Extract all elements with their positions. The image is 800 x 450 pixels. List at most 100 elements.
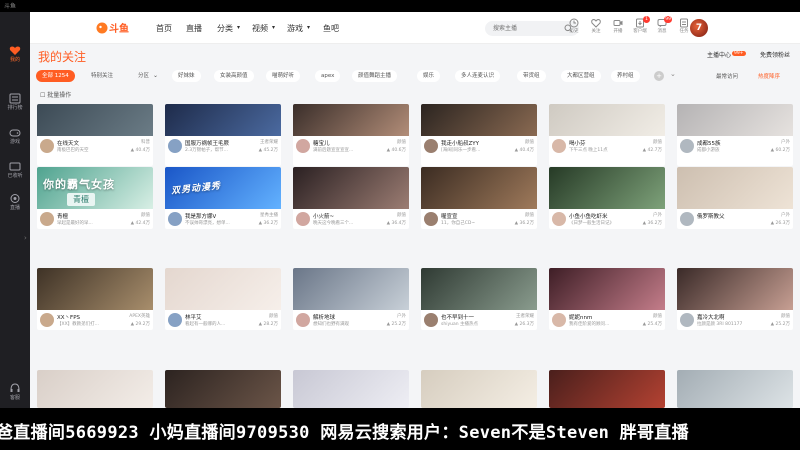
stream-thumbnail[interactable]: 双男动漫秀: [165, 167, 281, 209]
stream-thumbnail[interactable]: [165, 268, 281, 310]
anchor-avatar[interactable]: [680, 212, 694, 226]
batch-operation[interactable]: ☐ 批量操作: [40, 90, 71, 99]
tool-follow[interactable]: 关注: [585, 18, 607, 35]
anchor-name[interactable]: 青檀: [57, 212, 68, 220]
sidebar-item-rank[interactable]: 排行榜: [0, 90, 30, 116]
stream-card[interactable]: 小火箭~ 晚天这今晚看三个... 颜值 ▲ 36.4万: [293, 167, 409, 229]
stream-card[interactable]: 也不早到十一 shiyuan 主播热点 王者荣耀 ▲ 26.3万: [421, 268, 537, 330]
chip-zone[interactable]: 分区: [138, 70, 149, 82]
chevron-down-icon[interactable]: ⌄: [670, 70, 676, 78]
stream-card[interactable]: [549, 370, 665, 408]
nav-fishbar[interactable]: 鱼吧: [323, 23, 339, 34]
anchor-name[interactable]: 我走小船叔ZYY: [441, 139, 479, 147]
chip-group[interactable]: 女装高颜值: [214, 70, 254, 82]
tool-history[interactable]: 历史: [563, 18, 585, 35]
anchor-avatar[interactable]: [424, 139, 438, 153]
anchor-avatar[interactable]: [168, 212, 182, 226]
sidebar-item-games[interactable]: 游戏: [0, 124, 30, 150]
chip-group[interactable]: 娱乐: [417, 70, 441, 82]
chip-group[interactable]: 喵萌好听: [266, 70, 301, 82]
anchor-name[interactable]: 解析地球: [313, 313, 335, 321]
nav-games[interactable]: 游戏: [287, 23, 303, 34]
stream-thumbnail[interactable]: [677, 104, 793, 136]
chip-group[interactable]: 带货组: [517, 70, 546, 82]
anchor-avatar[interactable]: [296, 313, 310, 327]
anchor-name[interactable]: 俄罗斯教父: [697, 212, 725, 220]
chip-group[interactable]: 大都区营组: [561, 70, 601, 82]
stream-card[interactable]: [37, 370, 153, 408]
anchor-avatar[interactable]: [40, 313, 54, 327]
stream-card[interactable]: 林平艾 看起有一般哪的人... 颜值 ▲ 28.2万: [165, 268, 281, 330]
stream-card[interactable]: 在线天文 南极巴巴的天空 科普 ▲ 40.4万: [37, 104, 153, 166]
anchor-avatar[interactable]: [168, 139, 182, 153]
stream-thumbnail[interactable]: [549, 167, 665, 209]
stream-thumbnail[interactable]: [421, 370, 537, 408]
stream-thumbnail[interactable]: [677, 268, 793, 310]
tool-client[interactable]: 客户端 1: [629, 16, 651, 35]
stream-card[interactable]: [165, 370, 281, 408]
stream-card[interactable]: [293, 370, 409, 408]
stream-card[interactable]: 你的霸气女孩 青檀 青檀 早起是最好的早... 颜值 ▲ 42.4万: [37, 167, 153, 229]
stream-thumbnail[interactable]: [421, 268, 537, 310]
nav-live[interactable]: 直播: [186, 23, 202, 34]
stream-thumbnail[interactable]: [37, 268, 153, 310]
tool-messages[interactable]: 消息 99: [651, 16, 673, 35]
stream-thumbnail[interactable]: [37, 370, 153, 408]
stream-card[interactable]: 糖宝儿 满前后题宣宣宣宣... 颜值 ▲ 40.6万: [293, 104, 409, 166]
anchor-avatar[interactable]: [40, 212, 54, 226]
stream-card[interactable]: 嘉冷大北啊 拉颜是颜 3RI 801177 颜值 ▲ 25.2万: [677, 268, 793, 330]
sidebar-item-live[interactable]: 直播: [0, 190, 30, 216]
chip-group[interactable]: 养村组: [611, 70, 640, 82]
stream-thumbnail[interactable]: [37, 104, 153, 136]
anchor-name[interactable]: XX丶FPS: [57, 313, 80, 321]
chip-group[interactable]: apex: [315, 70, 341, 82]
stream-card[interactable]: [421, 370, 537, 408]
stream-card[interactable]: 解析地球 想知们也野有满观 户外 ▲ 25.2万: [293, 268, 409, 330]
user-avatar[interactable]: 7: [690, 19, 708, 37]
stream-thumbnail[interactable]: [549, 104, 665, 136]
stream-thumbnail[interactable]: [677, 167, 793, 209]
anchor-avatar[interactable]: [552, 139, 566, 153]
nav-home[interactable]: 首页: [156, 23, 172, 34]
stream-thumbnail[interactable]: [293, 104, 409, 136]
stream-thumbnail[interactable]: [549, 268, 665, 310]
anchor-name[interactable]: 国服万祸帧王毛厥: [185, 139, 229, 147]
anchor-name[interactable]: 喝小芬: [569, 139, 586, 147]
sort-recent[interactable]: 最常访问: [716, 72, 738, 80]
tool-broadcast[interactable]: 开播: [607, 18, 629, 35]
anchor-avatar[interactable]: [40, 139, 54, 153]
search-input[interactable]: [493, 23, 563, 34]
stream-card[interactable]: 小鱼小鱼吃虾米 《日梦一般生活日记》 户外 ▲ 36.2万: [549, 167, 665, 229]
stream-card[interactable]: 我走小船叔ZYY [海阔]同乐一步看... 颜值 ▲ 40.4万: [421, 104, 537, 166]
free-fans-link[interactable]: 免费领粉丝: [760, 50, 790, 59]
stream-card[interactable]: 双男动漫秀 我是那方娜V 不误帅哥漂亮，想单... 星秀主播 ▲ 36.2万: [165, 167, 281, 229]
stream-thumbnail[interactable]: [549, 370, 665, 408]
add-group-icon[interactable]: +: [654, 71, 664, 81]
stream-card[interactable]: 喔宣宣 11，你自己CD~ 颜值 ▲ 36.2万: [421, 167, 537, 229]
anchor-avatar[interactable]: [424, 212, 438, 226]
anchor-name[interactable]: 糖宝儿: [313, 139, 330, 147]
chip-special[interactable]: 特别关注: [91, 70, 113, 82]
stream-card[interactable]: [677, 370, 793, 408]
anchor-avatar[interactable]: [680, 139, 694, 153]
anchor-name[interactable]: 妮妮nnm: [569, 313, 592, 321]
anchor-name[interactable]: 喔宣宣: [441, 212, 458, 220]
anchor-avatar[interactable]: [168, 313, 182, 327]
anchor-name[interactable]: 也不早到十一: [441, 313, 474, 321]
sidebar-item-mine[interactable]: 我的: [0, 42, 30, 68]
sidebar-item-service[interactable]: 客服: [0, 380, 30, 406]
sidebar-item-listened[interactable]: 已收听: [0, 158, 30, 184]
douyu-logo[interactable]: 斗鱼: [96, 21, 136, 35]
stream-card[interactable]: 成都55族 成都小游族 户外 ▲ 60.2万: [677, 104, 793, 166]
anchor-name[interactable]: 小火箭~: [313, 212, 334, 220]
stream-thumbnail[interactable]: [165, 104, 281, 136]
chip-group[interactable]: 好妹妹: [172, 70, 201, 82]
stream-card[interactable]: XX丶FPS 【XX】教教弟们打... APEX英雄 ▲ 29.2万: [37, 268, 153, 330]
chip-all[interactable]: 全部 1254: [36, 70, 75, 82]
stream-thumbnail[interactable]: 你的霸气女孩 青檀: [37, 167, 153, 209]
nav-category[interactable]: 分类: [217, 23, 233, 34]
stream-card[interactable]: 俄罗斯教父 户外 ▲ 26.3万: [677, 167, 793, 229]
stream-thumbnail[interactable]: [421, 104, 537, 136]
nav-video[interactable]: 视频: [252, 23, 268, 34]
stream-thumbnail[interactable]: [293, 370, 409, 408]
